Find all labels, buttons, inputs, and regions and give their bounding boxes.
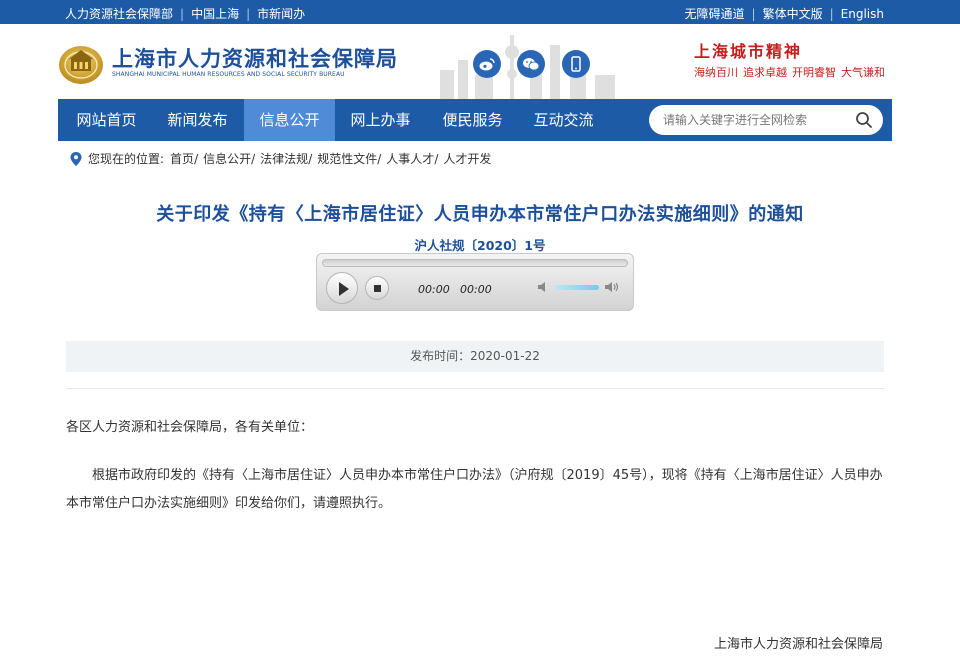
breadcrumb-item[interactable]: 首页 <box>170 150 194 167</box>
play-button[interactable] <box>326 272 358 304</box>
breadcrumb-item[interactable]: 人事人才 <box>386 150 434 167</box>
publish-date: 2020-01-22 <box>470 349 540 363</box>
search-box <box>649 105 883 135</box>
signature: 上海市人力资源和社会保障局 <box>713 637 883 652</box>
link-mohrss[interactable]: 人力资源社会保障部 <box>65 5 173 22</box>
breadcrumb: 您现在的位置: 首页 / 信息公开 / 法律法规 / 规范性文件 / 人事人才 / 人才开… <box>70 150 491 167</box>
document-number: 沪人社规〔2020〕1号 <box>414 238 546 253</box>
nav-item-public-services[interactable]: 便民服务 <box>427 99 518 141</box>
city-spirit-title: 上海城市精神 <box>694 42 803 61</box>
breadcrumb-separator: / <box>194 151 199 166</box>
location-pin-icon <box>70 151 82 166</box>
link-news-office[interactable]: 市新闻办 <box>257 5 305 22</box>
site-title[interactable]: 上海市人力资源和社会保障局 <box>112 43 398 73</box>
volume-up-icon[interactable] <box>604 280 620 294</box>
bureau-logo-icon[interactable] <box>57 41 105 85</box>
publish-info: 发布时间：2020-01-22 <box>66 341 884 372</box>
nav-item-info-disclosure[interactable]: 信息公开 <box>244 99 335 141</box>
search-icon[interactable] <box>855 111 873 129</box>
city-spirit-words: 海纳百川 追求卓越 开明睿智 大气谦和 <box>694 64 890 80</box>
current-time: 00:00 <box>418 283 450 296</box>
nav-item-home[interactable]: 网站首页 <box>61 99 152 141</box>
breadcrumb-label: 您现在的位置: <box>88 152 165 166</box>
salutation: 各区人力资源和社会保障局，各有关单位： <box>66 420 314 435</box>
wechat-icon[interactable] <box>517 50 545 78</box>
top-bar: 人力资源社会保障部 | 中国上海 | 市新闻办 无障碍通道 | 繁体中文版 | … <box>0 0 960 24</box>
breadcrumb-item[interactable]: 信息公开 <box>203 150 251 167</box>
link-traditional-chinese[interactable]: 繁体中文版 <box>763 5 823 22</box>
divider: | <box>246 6 251 21</box>
divider <box>66 388 884 389</box>
publish-label: 发布时间： <box>410 349 471 363</box>
breadcrumb-separator: / <box>308 151 313 166</box>
divider: | <box>829 6 834 21</box>
link-accessibility[interactable]: 无障碍通道 <box>685 5 745 22</box>
breadcrumb-separator: / <box>377 151 382 166</box>
site-subtitle: SHANGHAI MUNICIPAL HUMAN RESOURCES AND S… <box>112 71 345 78</box>
spirit-word: 海纳百川 <box>694 66 738 79</box>
top-links-right: 无障碍通道 | 繁体中文版 | English <box>685 5 884 22</box>
spirit-word: 追求卓越 <box>743 66 787 79</box>
stop-button[interactable] <box>365 276 389 300</box>
spirit-word: 开明睿智 <box>792 66 836 79</box>
breadcrumb-separator: / <box>251 151 256 166</box>
main-nav: 网站首页 新闻发布 信息公开 网上办事 便民服务 互动交流 <box>58 99 892 141</box>
divider: | <box>751 6 756 21</box>
page-title: 关于印发《持有〈上海市居住证〉人员申办本市常住户口办法实施细则》的通知 <box>156 204 804 225</box>
link-china-shanghai[interactable]: 中国上海 <box>191 5 239 22</box>
site-header: 上海市人力资源和社会保障局 SHANGHAI MUNICIPAL HUMAN R… <box>0 24 960 100</box>
nav-item-news[interactable]: 新闻发布 <box>152 99 243 141</box>
nav-item-online-services[interactable]: 网上办事 <box>335 99 426 141</box>
volume-slider[interactable] <box>555 285 599 290</box>
weibo-icon[interactable] <box>473 50 501 78</box>
audio-progress-bar[interactable] <box>322 259 628 267</box>
breadcrumb-item[interactable]: 人才开发 <box>443 150 491 167</box>
divider: | <box>180 6 185 21</box>
breadcrumb-separator: / <box>434 151 439 166</box>
breadcrumb-item[interactable]: 法律法规 <box>260 150 308 167</box>
spirit-word: 大气谦和 <box>841 66 885 79</box>
nav-item-interaction[interactable]: 互动交流 <box>518 99 609 141</box>
body-paragraph: 根据市政府印发的《持有〈上海市居住证〉人员申办本市常住户口办法》（沪府规〔201… <box>66 468 883 511</box>
audio-player: 00:00 00:00 <box>316 253 634 311</box>
link-english[interactable]: English <box>841 7 884 21</box>
breadcrumb-item[interactable]: 规范性文件 <box>317 150 377 167</box>
duration-time: 00:00 <box>460 283 492 296</box>
volume-down-icon[interactable] <box>537 280 551 294</box>
search-input[interactable] <box>663 111 843 129</box>
mobile-icon[interactable] <box>562 50 590 78</box>
top-links-left: 人力资源社会保障部 | 中国上海 | 市新闻办 <box>65 5 305 22</box>
